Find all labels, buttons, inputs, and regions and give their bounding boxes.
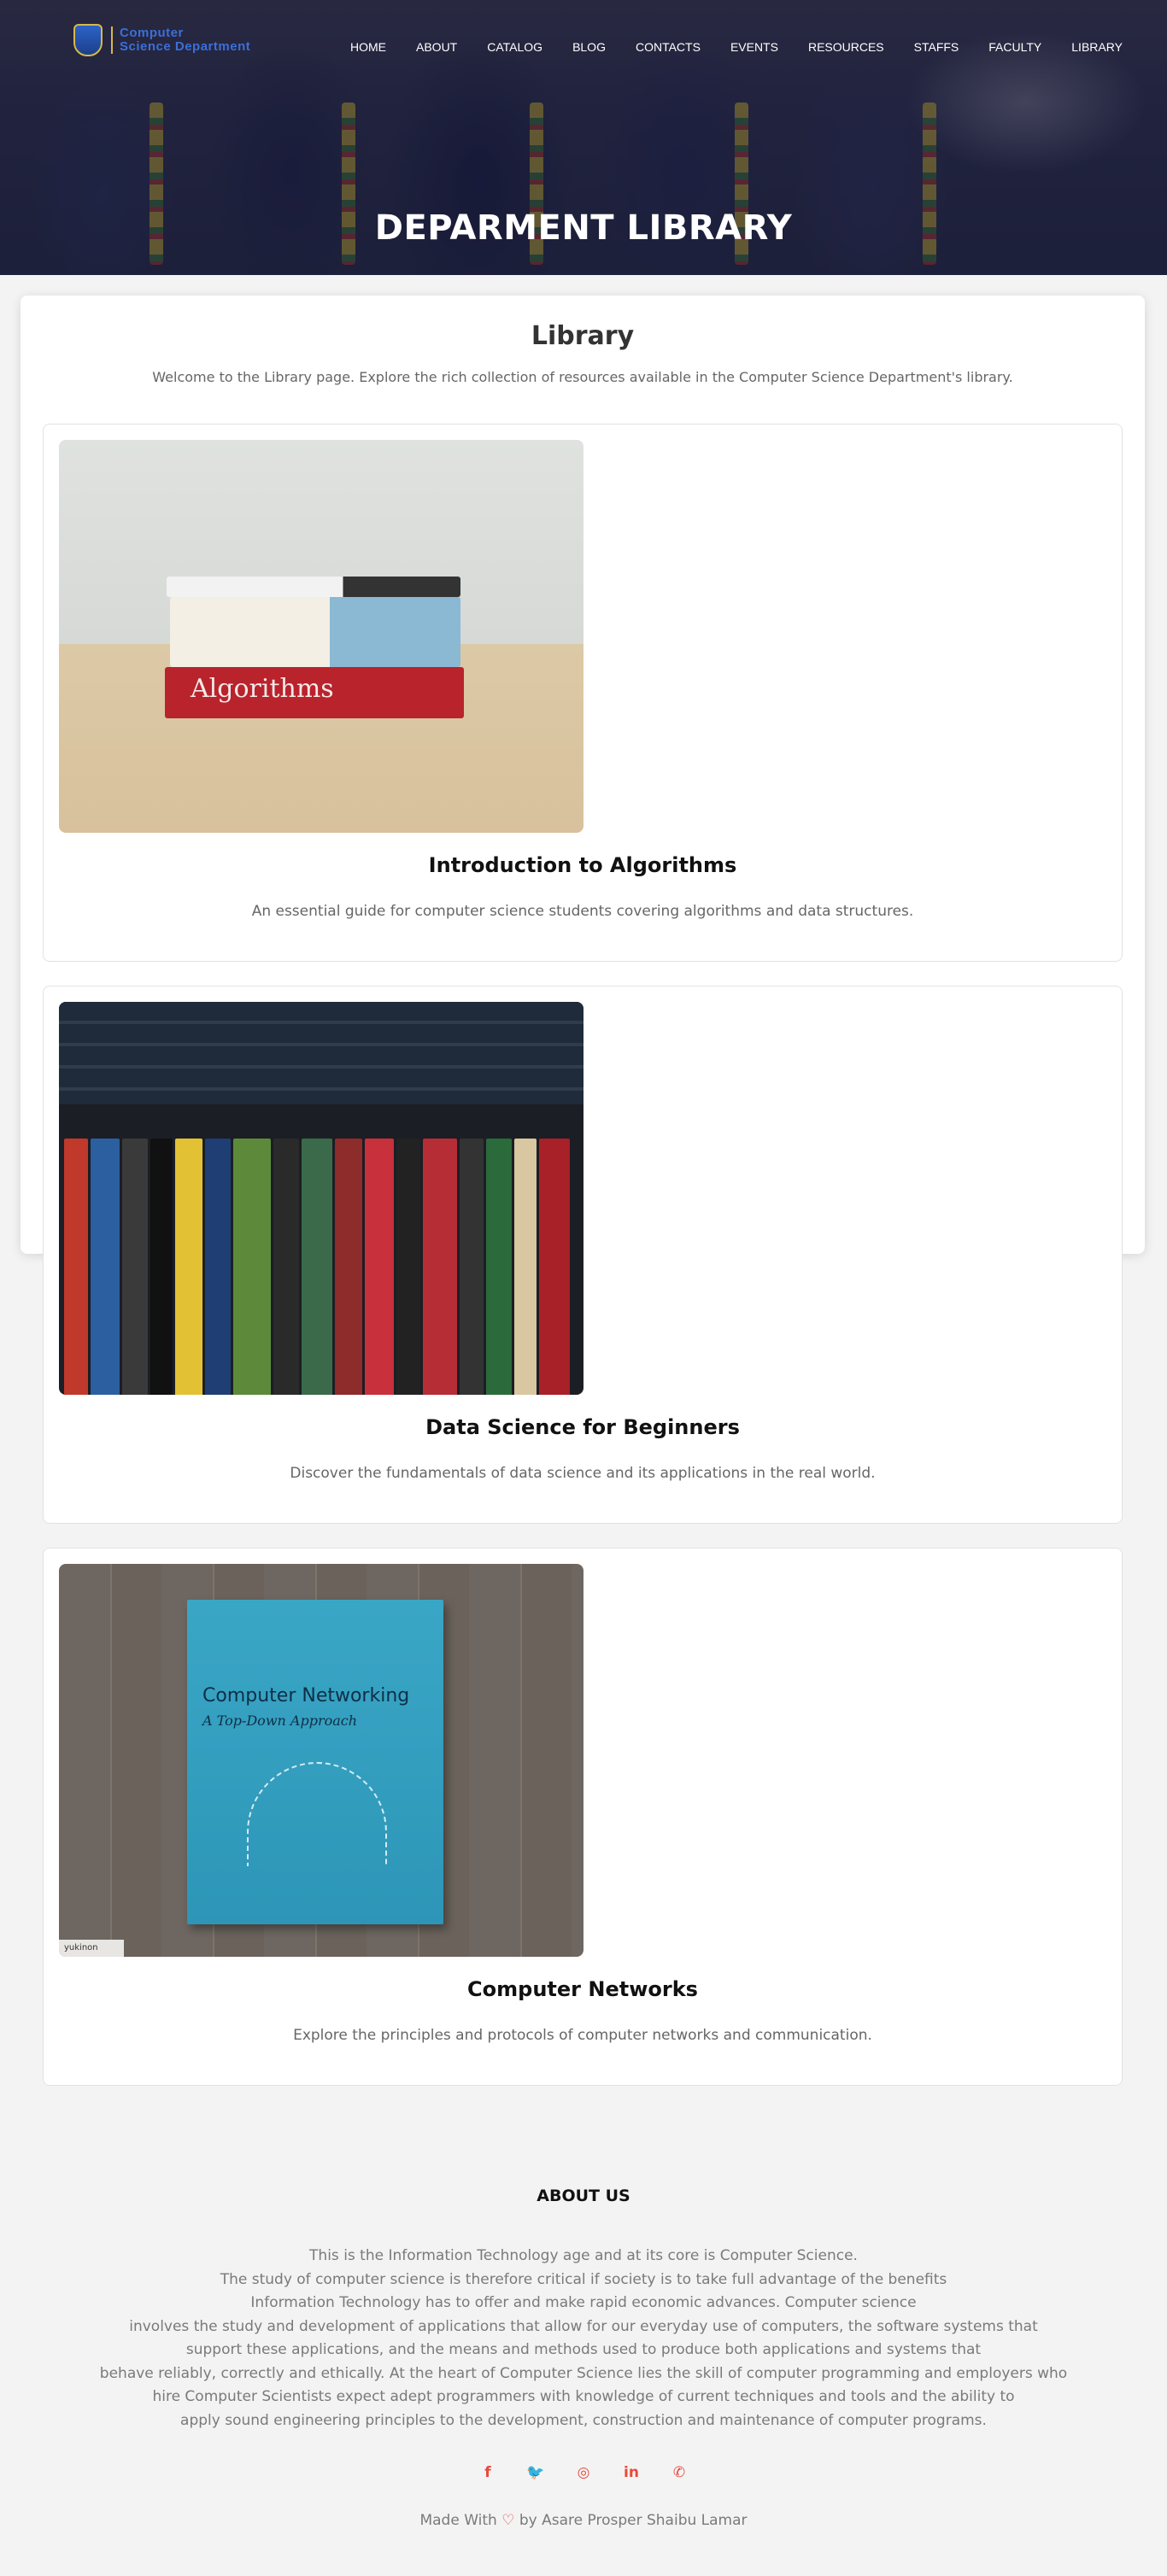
about-line: Information Technology has to offer and … — [250, 2294, 917, 2311]
about-heading: ABOUT US — [537, 2187, 630, 2205]
book-title: Computer Networks — [467, 1977, 698, 2001]
nav-blog[interactable]: BLOG — [572, 40, 606, 54]
facebook-icon[interactable]: f — [478, 2463, 497, 2482]
whatsapp-icon[interactable]: ✆ — [670, 2463, 689, 2482]
cover-title: Computer Networking — [202, 1685, 410, 1707]
social-links: f 🐦 ◎ in ✆ — [0, 2463, 1167, 2482]
book-cover-image: Computer Networking A Top-Down Approach … — [59, 1564, 584, 1957]
book-spine — [486, 1139, 512, 1395]
hero-banner: Computer Science Department HOME ABOUT C… — [0, 0, 1167, 275]
networking-book: Computer Networking A Top-Down Approach — [187, 1600, 443, 1924]
about-line: hire Computer Scientists expect adept pr… — [152, 2388, 1015, 2405]
book-spine — [175, 1139, 202, 1395]
nav-about[interactable]: ABOUT — [416, 40, 457, 54]
nav-contacts[interactable]: CONTACTS — [636, 40, 701, 54]
cover-subtitle: A Top-Down Approach — [202, 1712, 358, 1729]
about-line: This is the Information Technology age a… — [309, 2247, 858, 2264]
about-paragraph: This is the Information Technology age a… — [0, 2245, 1167, 2433]
wifi-icon — [247, 1762, 387, 1866]
instagram-icon[interactable]: ◎ — [574, 2463, 593, 2482]
book-spine — [335, 1139, 362, 1395]
library-heading: Library — [531, 321, 635, 351]
book-spine — [150, 1139, 173, 1395]
credit-prefix: Made With — [419, 2512, 497, 2529]
logo-line-1: Computer — [120, 26, 184, 40]
crest-icon — [73, 24, 103, 56]
library-section: Library Welcome to the Library page. Exp… — [21, 296, 1145, 2086]
nav-library[interactable]: LIBRARY — [1071, 40, 1123, 54]
stacked-books — [59, 1002, 584, 1104]
book-spine — [514, 1139, 537, 1395]
credit-line: Made With ♡ by Asare Prosper Shaibu Lama… — [0, 2512, 1167, 2529]
book-spine — [233, 1139, 271, 1395]
about-line: The study of computer science is therefo… — [220, 2270, 947, 2288]
book-title: Data Science for Beginners — [425, 1415, 740, 1439]
navbar: Computer Science Department HOME ABOUT C… — [0, 0, 1167, 96]
cover-text: Algorithms — [191, 674, 334, 704]
book-spine — [539, 1139, 570, 1395]
site-logo[interactable]: Computer Science Department — [73, 24, 250, 56]
twitter-icon[interactable]: 🐦 — [526, 2463, 545, 2482]
nav-home[interactable]: HOME — [350, 40, 386, 54]
book-spine — [365, 1139, 394, 1395]
watermark: yukinon — [59, 1940, 124, 1957]
book-spine: Algorithms — [165, 667, 464, 718]
book-description: An essential guide for computer science … — [251, 903, 914, 920]
book-card: Computer Networking A Top-Down Approach … — [43, 1548, 1123, 2086]
linkedin-icon[interactable]: in — [622, 2463, 641, 2482]
logo-text: Computer Science Department — [111, 26, 250, 54]
heart-icon: ♡ — [501, 2512, 515, 2529]
book-description: Discover the fundamentals of data scienc… — [290, 1465, 876, 1482]
nav-faculty[interactable]: FACULTY — [988, 40, 1041, 54]
book-cover-image: Algorithms — [59, 440, 584, 833]
about-line: behave reliably, correctly and ethically… — [99, 2364, 1068, 2382]
book-spine — [460, 1139, 484, 1395]
nav-menu: HOME ABOUT CATALOG BLOG CONTACTS EVENTS … — [350, 40, 1152, 54]
book-spine — [122, 1139, 148, 1395]
nav-catalog[interactable]: CATALOG — [487, 40, 542, 54]
about-line: involves the study and development of ap… — [129, 2317, 1038, 2335]
book-spine — [64, 1139, 88, 1395]
nav-resources[interactable]: RESOURCES — [808, 40, 884, 54]
about-line: support these applications, and the mean… — [185, 2341, 982, 2358]
nav-staffs[interactable]: STAFFS — [914, 40, 959, 54]
book-spine — [205, 1139, 231, 1395]
book-title: Introduction to Algorithms — [428, 853, 737, 877]
book-spine — [91, 1139, 120, 1395]
about-line: apply sound engineering principles to th… — [180, 2411, 987, 2429]
book-description: Explore the principles and protocols of … — [293, 2027, 872, 2044]
credit-author: by Asare Prosper Shaibu Lamar — [519, 2512, 748, 2529]
book-spine — [396, 1139, 420, 1395]
nav-events[interactable]: EVENTS — [730, 40, 778, 54]
book-card: Data Science for Beginners Discover the … — [43, 986, 1123, 1524]
book-card: Algorithms Introduction to Algorithms An… — [43, 424, 1123, 962]
book-spine — [167, 577, 460, 597]
book-spine — [423, 1139, 457, 1395]
book-spine — [302, 1139, 332, 1395]
book-spine — [273, 1139, 299, 1395]
book-cover-image — [59, 1002, 584, 1395]
book-spine — [170, 597, 460, 667]
library-intro: Welcome to the Library page. Explore the… — [152, 369, 1013, 385]
page-title: DEPARMENT LIBRARY — [374, 208, 793, 248]
logo-line-2: Science Department — [120, 39, 251, 54]
